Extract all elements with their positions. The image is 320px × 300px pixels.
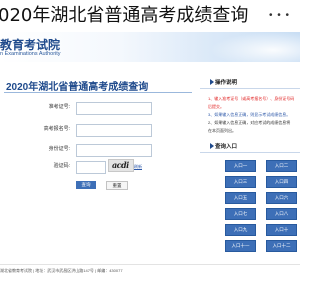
- entry-button-3[interactable]: 入口三: [225, 176, 256, 188]
- entry-button-8[interactable]: 入口八: [266, 208, 297, 220]
- query-form: 2020年湖北省普通高考成绩查询 准考证号: 高考报名号: 身份证号: 验证码:…: [0, 64, 198, 264]
- note-line: 后提交。: [208, 104, 224, 109]
- sidebar: 操作说明 1、输入准考证号（或高考报名号）、身份证号码 后提交。 3、如果输入信…: [200, 78, 300, 278]
- footer-divider: [0, 264, 300, 265]
- banner-glow: [210, 32, 300, 62]
- captcha-label: 验证码:: [53, 163, 70, 169]
- note-line: 3、如果输入信息正确，则显示考试成绩信息。: [208, 112, 291, 117]
- entry-button-12[interactable]: 入口十二: [266, 240, 297, 252]
- field-row-ticket-number: 准考证号:: [0, 102, 198, 115]
- ticket-number-label: 准考证号:: [48, 104, 70, 110]
- captcha-input[interactable]: [76, 161, 106, 174]
- triangle-right-icon: [210, 79, 214, 85]
- footer-text: 湖北省教育考试院 | 地址：武汉市武昌区洪山路147号 | 邮编：430077: [0, 268, 123, 273]
- entry-title: 查询入口: [215, 144, 238, 150]
- registration-number-label: 高考报名号:: [43, 126, 70, 132]
- page-footer: 湖北省教育考试院 | 地址：武汉市武昌区洪山路147号 | 邮编：430077: [0, 264, 300, 274]
- query-button[interactable]: 查询: [76, 181, 96, 189]
- note-line: 在本页面列出。: [208, 128, 236, 133]
- instructions-header: 操作说明: [200, 78, 300, 88]
- entry-button-7[interactable]: 入口七: [225, 208, 256, 220]
- banner-subtitle: n Examinations Authority: [0, 51, 61, 57]
- ticket-number-input[interactable]: [76, 102, 152, 115]
- form-divider: [4, 92, 192, 93]
- field-row-registration-number: 高考报名号:: [0, 124, 198, 137]
- entry-button-5[interactable]: 入口五: [225, 192, 256, 204]
- field-row-captcha: 验证码: acdi 刷新: [0, 159, 198, 174]
- entry-button-9[interactable]: 入口九: [225, 224, 256, 236]
- triangle-right-icon: [210, 143, 214, 149]
- id-number-label: 身份证号:: [48, 146, 70, 152]
- page-title: 020年湖北省普通高考成绩查询: [0, 5, 249, 26]
- instructions-divider: [200, 88, 300, 89]
- more-icon[interactable]: • • •: [269, 10, 290, 21]
- entry-button-1[interactable]: 入口一: [225, 160, 256, 172]
- entry-button-4[interactable]: 入口四: [266, 176, 297, 188]
- form-buttons: 查询 重置: [0, 181, 198, 193]
- entry-button-2[interactable]: 入口二: [266, 160, 297, 172]
- field-row-id-number: 身份证号:: [0, 144, 198, 157]
- registration-number-input[interactable]: [76, 124, 152, 137]
- banner: 教育考试院 n Examinations Authority: [0, 32, 300, 62]
- entry-header: 查询入口: [200, 142, 300, 152]
- entry-button-6[interactable]: 入口六: [266, 192, 297, 204]
- entry-divider: [200, 152, 300, 153]
- instructions-title: 操作说明: [215, 80, 238, 86]
- entry-button-11[interactable]: 入口十一: [225, 240, 256, 252]
- reset-button[interactable]: 重置: [106, 181, 128, 190]
- captcha-refresh-link[interactable]: 刷新: [134, 164, 142, 170]
- note-line: 2、如果输入信息正确，对应考试的成绩信息将: [208, 120, 291, 125]
- app-header: 020年湖北省普通高考成绩查询 • • •: [0, 0, 300, 32]
- id-number-input[interactable]: [76, 144, 152, 157]
- entry-button-10[interactable]: 入口十: [266, 224, 297, 236]
- note-line: 1、输入准考证号（或高考报名号）、身份证号码: [208, 96, 295, 101]
- captcha-image[interactable]: acdi: [108, 159, 134, 172]
- form-heading: 2020年湖北省普通高考成绩查询: [6, 82, 149, 93]
- captcha-text: acdi: [112, 160, 129, 170]
